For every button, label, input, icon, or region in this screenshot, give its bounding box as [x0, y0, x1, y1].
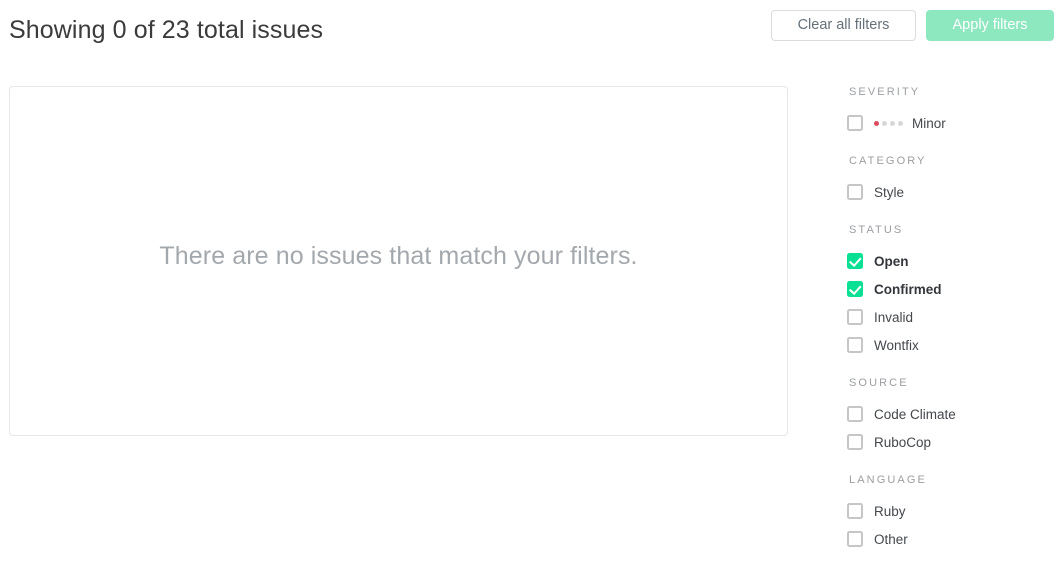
- checkbox-unchecked-icon[interactable]: [847, 309, 863, 325]
- filter-option-label: Open: [874, 253, 909, 269]
- filter-group-label: SOURCE: [849, 377, 909, 389]
- filter-group-label: CATEGORY: [849, 155, 927, 167]
- filter-option-invalid[interactable]: Invalid: [847, 303, 1057, 331]
- checkbox-checked-icon[interactable]: [847, 253, 863, 269]
- filter-option-confirmed[interactable]: Confirmed: [847, 275, 1057, 303]
- filter-option-other[interactable]: Other: [847, 525, 1057, 553]
- severity-dot: [898, 120, 903, 126]
- clear-all-filters-button[interactable]: Clear all filters: [771, 10, 916, 41]
- filter-option-open[interactable]: Open: [847, 247, 1057, 275]
- filter-option-label: Style: [874, 184, 905, 200]
- issues-list-panel: There are no issues that match your filt…: [9, 86, 788, 436]
- checkbox-unchecked-icon[interactable]: [847, 531, 863, 547]
- header-actions: Clear all filters Apply filters: [771, 10, 1054, 41]
- filter-group-source: SOURCE Code Climate RuboCop: [847, 377, 1057, 456]
- filter-option-ruby[interactable]: Ruby: [847, 497, 1057, 525]
- filter-option-label: Minor: [912, 115, 946, 131]
- severity-dot: [874, 120, 879, 126]
- checkbox-unchecked-icon[interactable]: [847, 184, 863, 200]
- checkbox-unchecked-icon[interactable]: [847, 434, 863, 450]
- filter-option-code-climate[interactable]: Code Climate: [847, 400, 1057, 428]
- filter-sidebar: SEVERITY Minor CATEGORY Style STATUS Open Conf…: [847, 86, 1057, 553]
- checkbox-unchecked-icon[interactable]: [847, 115, 863, 131]
- filter-option-label: Confirmed: [874, 281, 942, 297]
- checkbox-unchecked-icon[interactable]: [847, 503, 863, 519]
- filter-group-label: STATUS: [849, 224, 904, 236]
- filter-option-style[interactable]: Style: [847, 178, 1057, 206]
- checkbox-unchecked-icon[interactable]: [847, 337, 863, 353]
- page-header: Showing 0 of 23 total issues Clear all f…: [0, 0, 1063, 62]
- filter-group-label: SEVERITY: [849, 86, 921, 98]
- checkbox-checked-icon[interactable]: [847, 281, 863, 297]
- filter-option-label: RuboCop: [874, 434, 932, 450]
- filter-option-rubocop[interactable]: RuboCop: [847, 428, 1057, 456]
- filter-option-wontfix[interactable]: Wontfix: [847, 331, 1057, 359]
- filter-option-label: Wontfix: [874, 337, 919, 353]
- empty-state-message: There are no issues that match your filt…: [159, 242, 638, 270]
- severity-dot: [882, 120, 887, 126]
- severity-dots-icon: [874, 120, 903, 126]
- filter-group-severity: SEVERITY Minor: [847, 86, 1057, 137]
- filter-option-label: Code Climate: [874, 406, 956, 422]
- filter-option-minor[interactable]: Minor: [847, 109, 1057, 137]
- filter-group-category: CATEGORY Style: [847, 155, 1057, 206]
- page-title: Showing 0 of 23 total issues: [9, 16, 324, 44]
- filter-option-label: Other: [874, 531, 908, 547]
- severity-dot: [890, 120, 895, 126]
- filter-group-language: LANGUAGE Ruby Other: [847, 474, 1057, 553]
- filter-group-label: LANGUAGE: [849, 474, 927, 486]
- filter-option-label: Ruby: [874, 503, 906, 519]
- filter-option-label: Invalid: [874, 309, 914, 325]
- checkbox-unchecked-icon[interactable]: [847, 406, 863, 422]
- issues-filter-page: Showing 0 of 23 total issues Clear all f…: [0, 0, 1063, 572]
- apply-filters-button[interactable]: Apply filters: [926, 10, 1054, 41]
- filter-group-status: STATUS Open Confirmed Invalid Wontfix: [847, 224, 1057, 359]
